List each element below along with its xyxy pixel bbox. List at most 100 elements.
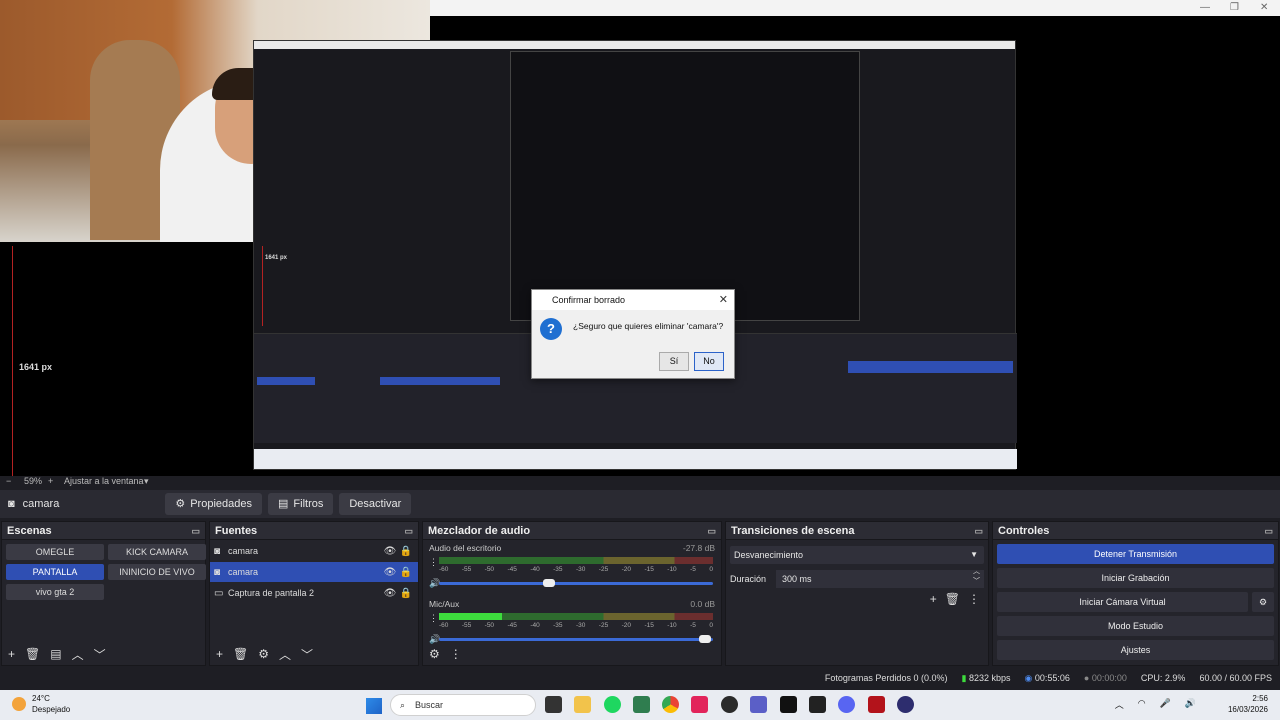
chevron-up-icon[interactable]: ︿: [279, 646, 291, 663]
trash-icon[interactable]: 🗑: [233, 647, 248, 661]
acrobat-icon[interactable]: [868, 696, 885, 713]
spinner-icon[interactable]: ︿ ﹀: [973, 567, 980, 587]
weather-widget[interactable]: 24°C Despejado: [12, 693, 70, 715]
transition-select[interactable]: Desvanecimiento ▼: [730, 546, 984, 564]
task-view-icon[interactable]: [545, 696, 562, 713]
volume-slider[interactable]: [439, 635, 713, 643]
start-recording-button[interactable]: Iniciar Grabación: [997, 568, 1274, 588]
transition-selected: Desvanecimiento: [734, 550, 804, 560]
tiktok-icon[interactable]: [780, 696, 797, 713]
dock-float-icon[interactable]: ▭: [191, 522, 200, 540]
scene-kick-camara[interactable]: KICK CAMARA: [108, 544, 206, 560]
calculator-icon[interactable]: [633, 696, 650, 713]
eye-icon[interactable]: 👁: [382, 588, 398, 599]
dock-float-icon[interactable]: ▭: [1264, 522, 1273, 540]
tick-label: -10: [667, 622, 677, 629]
yes-button[interactable]: Sí: [659, 352, 689, 371]
add-icon[interactable]: +: [8, 647, 15, 661]
tick-label: -15: [644, 622, 654, 629]
settings-button[interactable]: Ajustes: [997, 640, 1274, 660]
recursive-preview: [510, 51, 860, 321]
microphone-icon[interactable]: 🎤: [1160, 698, 1171, 711]
file-explorer-icon[interactable]: [574, 696, 591, 713]
dock-float-icon[interactable]: ▭: [707, 522, 716, 540]
system-tray: ︿ ◠ 🎤 🔊: [1115, 698, 1196, 711]
preview-canvas[interactable]: — ❐ ✕ 1641 px 1641 px Confirmar borrado …: [0, 0, 1280, 476]
capcut-icon[interactable]: [809, 696, 826, 713]
zoom-out-icon[interactable]: −: [6, 476, 11, 486]
properties-button[interactable]: ⚙ Propiedades: [165, 493, 262, 515]
wifi-icon[interactable]: ◠: [1138, 698, 1146, 711]
tick-label: -45: [507, 566, 517, 573]
windows-start-icon[interactable]: [366, 698, 382, 714]
zoom-dropdown-icon[interactable]: ▾: [144, 476, 149, 487]
zoom-mode[interactable]: Ajustar a la ventana: [64, 476, 144, 486]
kebab-icon[interactable]: ⋮: [968, 592, 980, 606]
source-row[interactable]: ▭ Captura de pantalla 2 👁 🔒: [210, 583, 418, 603]
source-row[interactable]: ◙ camara 👁 🔒: [210, 562, 418, 582]
eye-icon[interactable]: 👁: [382, 567, 398, 578]
add-icon[interactable]: +: [216, 647, 223, 661]
search-icon: ⌕: [400, 700, 406, 710]
add-icon[interactable]: +: [930, 592, 937, 606]
kebab-icon[interactable]: ⋮: [429, 613, 438, 624]
volume-icon[interactable]: 🔊: [1185, 698, 1196, 711]
gear-icon[interactable]: ⚙: [258, 647, 269, 661]
start-virtual-camera-button[interactable]: Iniciar Cámara Virtual: [997, 592, 1248, 612]
virtual-camera-settings-icon[interactable]: ⚙: [1252, 592, 1274, 612]
lock-icon[interactable]: 🔒: [398, 546, 414, 557]
source-label: Captura de pantalla 2: [228, 588, 315, 598]
mixer-channel-desktop: Audio del escritorio -27.8 dB ⋮ -60 -55 -5…: [423, 540, 721, 596]
obs-icon[interactable]: [721, 696, 738, 713]
no-button[interactable]: No: [694, 352, 724, 371]
dock-float-icon[interactable]: ▭: [974, 522, 983, 540]
dialog-message: ¿Seguro que quieres eliminar 'camara'?: [573, 321, 724, 331]
maximize-icon: ❐: [1230, 2, 1239, 13]
chrome-icon[interactable]: [662, 696, 679, 713]
level-meter: [439, 613, 713, 620]
eye-icon[interactable]: 👁: [382, 546, 398, 557]
kebab-icon[interactable]: ⋮: [450, 647, 462, 661]
scene-inicio-de-vivo[interactable]: ININICIO DE VIVO: [108, 564, 206, 580]
stop-streaming-button[interactable]: Detener Transmisión: [997, 544, 1274, 564]
gear-icon[interactable]: ⚙: [429, 647, 440, 661]
red-guide-line: [12, 246, 13, 476]
teams-icon[interactable]: [750, 696, 767, 713]
source-row[interactable]: ◙ camara 👁 🔒: [210, 541, 418, 561]
chevron-down-icon[interactable]: ﹀: [301, 646, 313, 663]
spotify-icon[interactable]: [604, 696, 621, 713]
app-icon[interactable]: [897, 696, 914, 713]
bitrate-value: 8232 kbps: [968, 672, 1011, 683]
fps: 60.00 / 60.00 FPS: [1199, 673, 1272, 683]
scene-omegle[interactable]: OMEGLE: [6, 544, 104, 560]
filters-button[interactable]: ▤ Filtros: [268, 493, 334, 515]
confirm-delete-dialog: Confirmar borrado ✕ ? ¿Seguro que quiere…: [531, 289, 735, 379]
taskbar-search[interactable]: ⌕ Buscar: [390, 694, 536, 716]
temperature: 24°C: [32, 694, 50, 703]
stream-time-value: 00:55:06: [1034, 672, 1070, 683]
studio-mode-button[interactable]: Modo Estudio: [997, 616, 1274, 636]
trash-icon[interactable]: 🗑: [25, 647, 40, 661]
scene-pantalla[interactable]: PANTALLA: [6, 564, 104, 580]
chevron-down-icon[interactable]: ﹀: [94, 646, 106, 663]
discord-icon[interactable]: [838, 696, 855, 713]
deactivate-button[interactable]: Desactivar: [339, 493, 412, 515]
chevron-up-icon[interactable]: ︿: [72, 646, 84, 663]
dock-float-icon[interactable]: ▭: [404, 522, 413, 540]
trash-icon[interactable]: 🗑: [945, 592, 960, 606]
filter-icon: ▤: [278, 498, 289, 510]
duration-input[interactable]: 300 ms ︿ ﹀: [776, 567, 984, 588]
chevron-up-icon[interactable]: ︿: [1115, 698, 1124, 711]
scene-vivo-gta-2[interactable]: vivo gta 2: [6, 584, 104, 600]
volume-slider[interactable]: [439, 579, 713, 587]
filter-icon[interactable]: ▤: [50, 647, 61, 661]
zoom-in-icon[interactable]: +: [48, 476, 53, 486]
kebab-icon[interactable]: ⋮: [429, 557, 438, 568]
camera-icon: ◙: [214, 566, 221, 578]
lock-icon[interactable]: 🔒: [398, 567, 414, 578]
tiktok-live-icon[interactable]: [691, 696, 708, 713]
clock[interactable]: 2:56 16/03/2026: [1228, 693, 1268, 715]
tick-label: -30: [575, 622, 586, 629]
dialog-close-icon[interactable]: ✕: [719, 293, 728, 306]
lock-icon[interactable]: 🔒: [398, 588, 414, 599]
